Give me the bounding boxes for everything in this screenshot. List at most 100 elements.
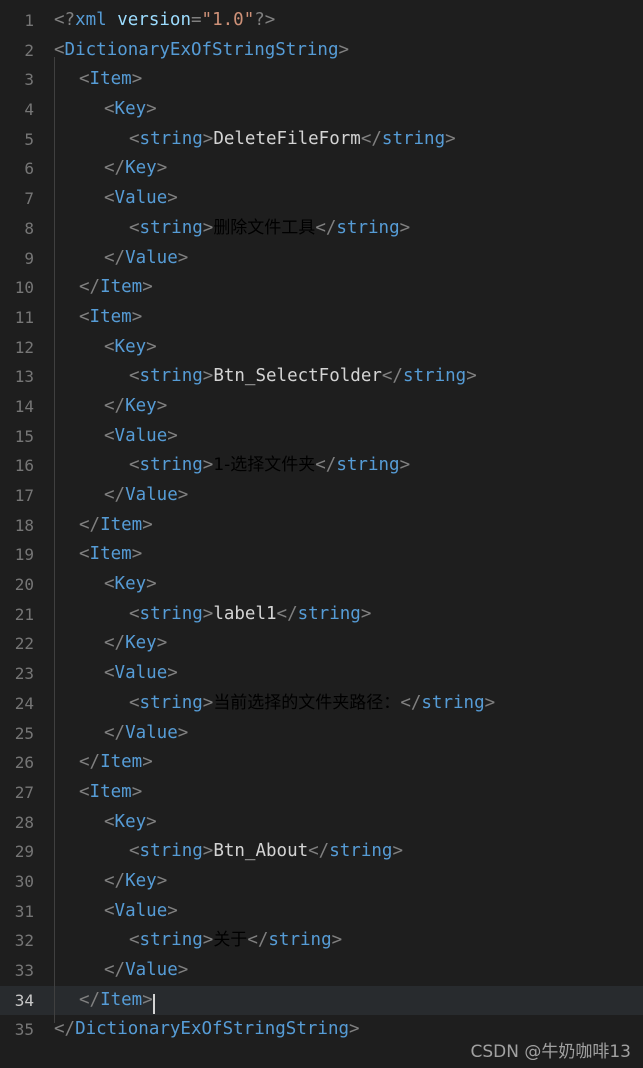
- code-line[interactable]: 11 <Item>: [0, 294, 643, 341]
- code-line[interactable]: 3 <Item>: [0, 57, 643, 103]
- code-line-content[interactable]: <string>当前选择的文件夹路径：</string>: [48, 680, 643, 727]
- code-line[interactable]: 9 </Value>: [0, 235, 643, 281]
- code-line[interactable]: 15 <Value>: [0, 413, 643, 459]
- code-line-content[interactable]: <DictionaryExOfStringString>: [48, 36, 643, 66]
- code-line[interactable]: 10 </Item>: [0, 265, 643, 311]
- code-line[interactable]: 8 <string>删除文件工具</string>: [0, 205, 643, 252]
- indent-guide: [54, 977, 79, 1024]
- code-token: <: [104, 900, 115, 921]
- code-token: Key: [114, 574, 147, 595]
- code-token: string: [139, 841, 203, 862]
- code-line-content[interactable]: <Value>: [48, 176, 643, 222]
- line-number: 24: [14, 693, 34, 713]
- code-line-content[interactable]: <Item>: [48, 532, 643, 578]
- code-line-content[interactable]: <Value>: [48, 651, 643, 697]
- code-line-content[interactable]: </Key>: [48, 621, 643, 667]
- code-line[interactable]: 26 </Item>: [0, 740, 643, 786]
- code-token: </: [400, 692, 422, 713]
- code-token: </: [276, 603, 298, 624]
- code-line-content[interactable]: <Key>: [48, 87, 643, 133]
- code-line[interactable]: 22 </Key>: [0, 621, 643, 667]
- code-line-content[interactable]: </Value>: [48, 710, 643, 756]
- code-line[interactable]: 7 <Value>: [0, 176, 643, 222]
- code-line-content[interactable]: </Item>: [48, 502, 643, 549]
- code-line[interactable]: 34 </Item>: [0, 977, 643, 1024]
- code-line-content[interactable]: <Item>: [48, 57, 643, 103]
- code-line[interactable]: 6 </Key>: [0, 146, 643, 192]
- code-token: </: [104, 722, 126, 743]
- code-line[interactable]: 21 <string>label1</string>: [0, 591, 643, 638]
- code-line[interactable]: 5 <string>DeleteFileForm</string>: [0, 116, 643, 163]
- code-line-content[interactable]: </Key>: [48, 146, 643, 192]
- code-token: DictionaryExOfStringString: [75, 1019, 350, 1040]
- code-line-content[interactable]: <Item>: [48, 294, 643, 341]
- code-line-content[interactable]: <Key>: [48, 799, 643, 845]
- line-number: 34: [14, 990, 34, 1010]
- indent-guide: [54, 384, 104, 430]
- code-line[interactable]: 30 </Key>: [0, 859, 643, 905]
- line-number: 22: [14, 634, 34, 654]
- code-token: <: [129, 841, 140, 862]
- indent-guide: [54, 799, 104, 845]
- code-line[interactable]: 29 <string>Btn_About</string>: [0, 829, 643, 875]
- code-line-content[interactable]: <Key>: [48, 562, 643, 608]
- code-token: =: [191, 10, 202, 30]
- code-line-content[interactable]: <Value>: [48, 413, 643, 459]
- code-token: >: [156, 633, 168, 654]
- code-line[interactable]: 18 </Item>: [0, 502, 643, 549]
- code-token: DictionaryExOfStringString: [64, 39, 339, 60]
- code-token: <: [129, 128, 140, 149]
- code-line[interactable]: 4 <Key>: [0, 87, 643, 133]
- code-line[interactable]: 24 <string>当前选择的文件夹路径：</string>: [0, 680, 643, 727]
- code-line[interactable]: 31 <Value>: [0, 888, 643, 934]
- indent-guide: [54, 829, 129, 875]
- code-editor[interactable]: 1 <?xml version="1.0"?> 2 <DictionaryExOfSt…: [0, 0, 643, 1068]
- code-line-content[interactable]: <string>Btn_SelectFolder</string>: [48, 354, 643, 400]
- code-line-content[interactable]: </Value>: [48, 948, 643, 994]
- code-line[interactable]: 19 <Item>: [0, 532, 643, 578]
- code-token: string: [381, 128, 446, 149]
- code-line[interactable]: 14 </Key>: [0, 384, 643, 430]
- code-line-content[interactable]: <string>1-选择文件夹</string>: [48, 443, 643, 489]
- line-number: 11: [14, 307, 34, 327]
- code-line[interactable]: 12 <Key>: [0, 324, 643, 370]
- code-line[interactable]: 16 <string>1-选择文件夹</string>: [0, 443, 643, 489]
- code-line-content[interactable]: <string>关于</string>: [48, 918, 643, 964]
- code-line-content[interactable]: <Item>: [48, 769, 643, 816]
- code-line-content[interactable]: </Item>: [48, 265, 643, 311]
- code-line[interactable]: 33 </Value>: [0, 948, 643, 994]
- code-token: >: [202, 603, 214, 624]
- code-line[interactable]: 28 <Key>: [0, 799, 643, 845]
- code-token: >: [349, 1019, 360, 1040]
- code-token: string: [139, 366, 203, 387]
- code-line[interactable]: 25 </Value>: [0, 710, 643, 756]
- code-line[interactable]: 2 <DictionaryExOfStringString>: [0, 36, 643, 66]
- code-line[interactable]: 1 <?xml version="1.0"?>: [0, 6, 643, 36]
- code-line[interactable]: 23 <Value>: [0, 651, 643, 697]
- code-line-content[interactable]: <Value>: [48, 888, 643, 934]
- code-line[interactable]: 13 <string>Btn_SelectFolder</string>: [0, 354, 643, 400]
- code-line[interactable]: 17 </Value>: [0, 473, 643, 519]
- code-line-content[interactable]: <string>label1</string>: [48, 591, 643, 638]
- code-line-content[interactable]: </Key>: [48, 859, 643, 905]
- code-token: string: [139, 217, 203, 238]
- code-token: >: [202, 841, 214, 862]
- code-line-content[interactable]: </Value>: [48, 235, 643, 281]
- code-token: >: [131, 544, 143, 565]
- code-line-content[interactable]: <string>Btn_About</string>: [48, 829, 643, 875]
- code-line-content[interactable]: </Value>: [48, 473, 643, 519]
- code-line-content[interactable]: <?xml version="1.0"?>: [48, 6, 643, 36]
- code-token: Item: [89, 306, 132, 327]
- code-line-content[interactable]: <string>DeleteFileForm</string>: [48, 116, 643, 163]
- code-token: DeleteFileForm: [213, 128, 361, 149]
- code-line[interactable]: 20 <Key>: [0, 562, 643, 608]
- code-line-content[interactable]: <string>删除文件工具</string>: [48, 205, 643, 252]
- code-line[interactable]: 27 <Item>: [0, 769, 643, 816]
- code-line-content[interactable]: </Key>: [48, 384, 643, 430]
- code-line[interactable]: 32 <string>关于</string>: [0, 918, 643, 964]
- code-lines-container[interactable]: 1 <?xml version="1.0"?> 2 <DictionaryExOfSt…: [0, 0, 643, 1068]
- code-line-content[interactable]: </Item>: [48, 740, 643, 786]
- code-token: <: [79, 781, 90, 802]
- code-line-content[interactable]: <Key>: [48, 324, 643, 370]
- code-line-content[interactable]: </Item>: [48, 977, 643, 1024]
